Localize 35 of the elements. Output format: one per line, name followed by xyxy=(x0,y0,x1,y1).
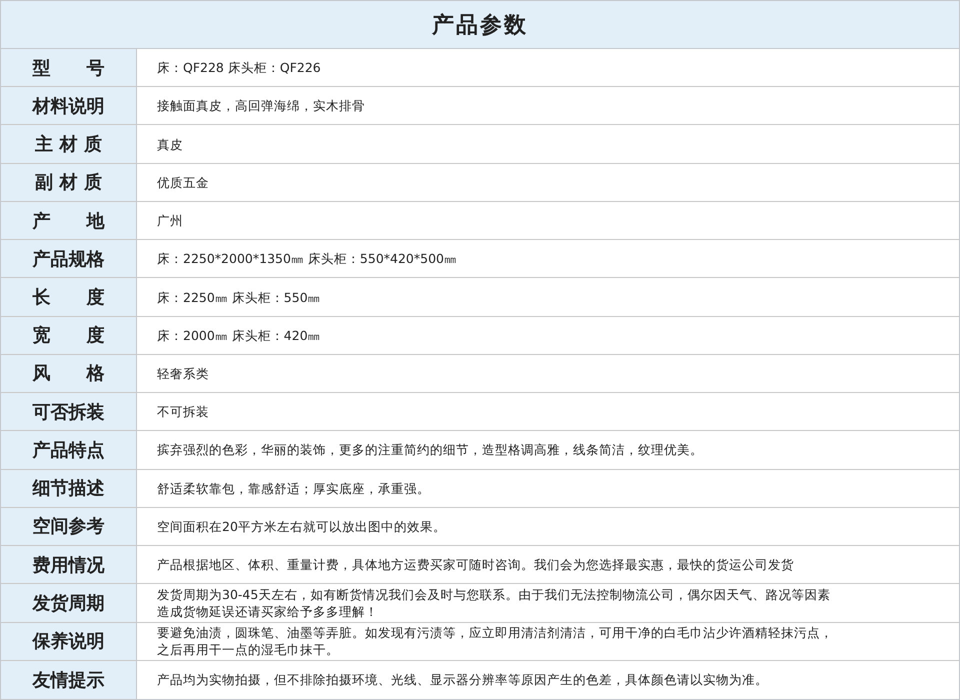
row-value: 床：2250㎜ 床头柜：550㎜ xyxy=(156,288,322,307)
row-label: 长 度 xyxy=(1,278,137,316)
row-value: 空间面积在20平方米左右就可以放出图中的效果。 xyxy=(156,518,447,536)
row-label: 发货周期 xyxy=(1,584,137,622)
table-title: 产品参数 xyxy=(432,12,528,40)
row-label: 可否拆装 xyxy=(1,393,137,430)
row-label: 宽 度 xyxy=(1,316,137,354)
row-label: 友情提示 xyxy=(1,660,137,699)
row-value: 优质五金 xyxy=(156,174,210,192)
row-label: 保养说明 xyxy=(1,622,137,660)
row-value: 广州 xyxy=(156,212,184,230)
row-label: 产品规格 xyxy=(1,240,137,278)
row-value: 接触面真皮，高回弹海绵，实木排骨 xyxy=(156,97,366,116)
row-value: 发货周期为30-45天左右，如有断货情况我们会及时与您联系。由于我们无法控制物流公司，偶尔因天气、路况等因素造成货物延误还请买家给予多多理解！ xyxy=(156,586,832,621)
row-value: 真皮 xyxy=(156,136,184,154)
row-label: 材料说明 xyxy=(1,87,137,124)
row-value: 床：2250*2000*1350㎜ 床头柜：550*420*500㎜ xyxy=(156,250,458,268)
row-value: 轻奢系类 xyxy=(156,364,210,383)
row-value: 产品均为实物拍摄，但不排除拍摄环境、光线、显示器分辨率等原因产生的色差，具体颜色请以实物为准。 xyxy=(156,671,769,690)
row-value: 舒适柔软靠包，靠感舒适；厚实底座，承重强。 xyxy=(156,480,431,498)
row-value: 摈弃强烈的色彩，华丽的装饰，更多的注重简约的细节，造型格调高雅，线条简洁，纹理优美。 xyxy=(156,441,704,460)
row-label: 费用情况 xyxy=(1,546,137,584)
row-value: 床：2000㎜ 床头柜：420㎜ xyxy=(156,326,322,345)
row-label: 空间参考 xyxy=(1,508,137,546)
row-value: 床：QF228 床头柜：QF226 xyxy=(156,59,322,78)
row-label: 主 材 质 xyxy=(1,125,137,163)
row-label: 型 号 xyxy=(1,49,137,86)
row-value: 产品根据地区、体积、重量计费，具体地方运费买家可随时咨询。我们会为您选择最实惠，最快的货运公司发货 xyxy=(156,556,795,574)
row-label: 副 材 质 xyxy=(1,164,137,201)
row-label: 产品特点 xyxy=(1,431,137,469)
row-value: 要避免油渍，圆珠笔、油墨等弄脏。如发现有污渍等，应立即用清洁剂清洁，可用干净的白毛巾沾少许酒精轻抹污点，之后再用干一点的湿毛巾抹干。 xyxy=(156,624,833,660)
row-label: 产 地 xyxy=(1,202,137,240)
row-value: 不可拆装 xyxy=(156,403,210,422)
row-label: 细节描述 xyxy=(1,470,137,507)
row-label: 风 格 xyxy=(1,354,137,392)
